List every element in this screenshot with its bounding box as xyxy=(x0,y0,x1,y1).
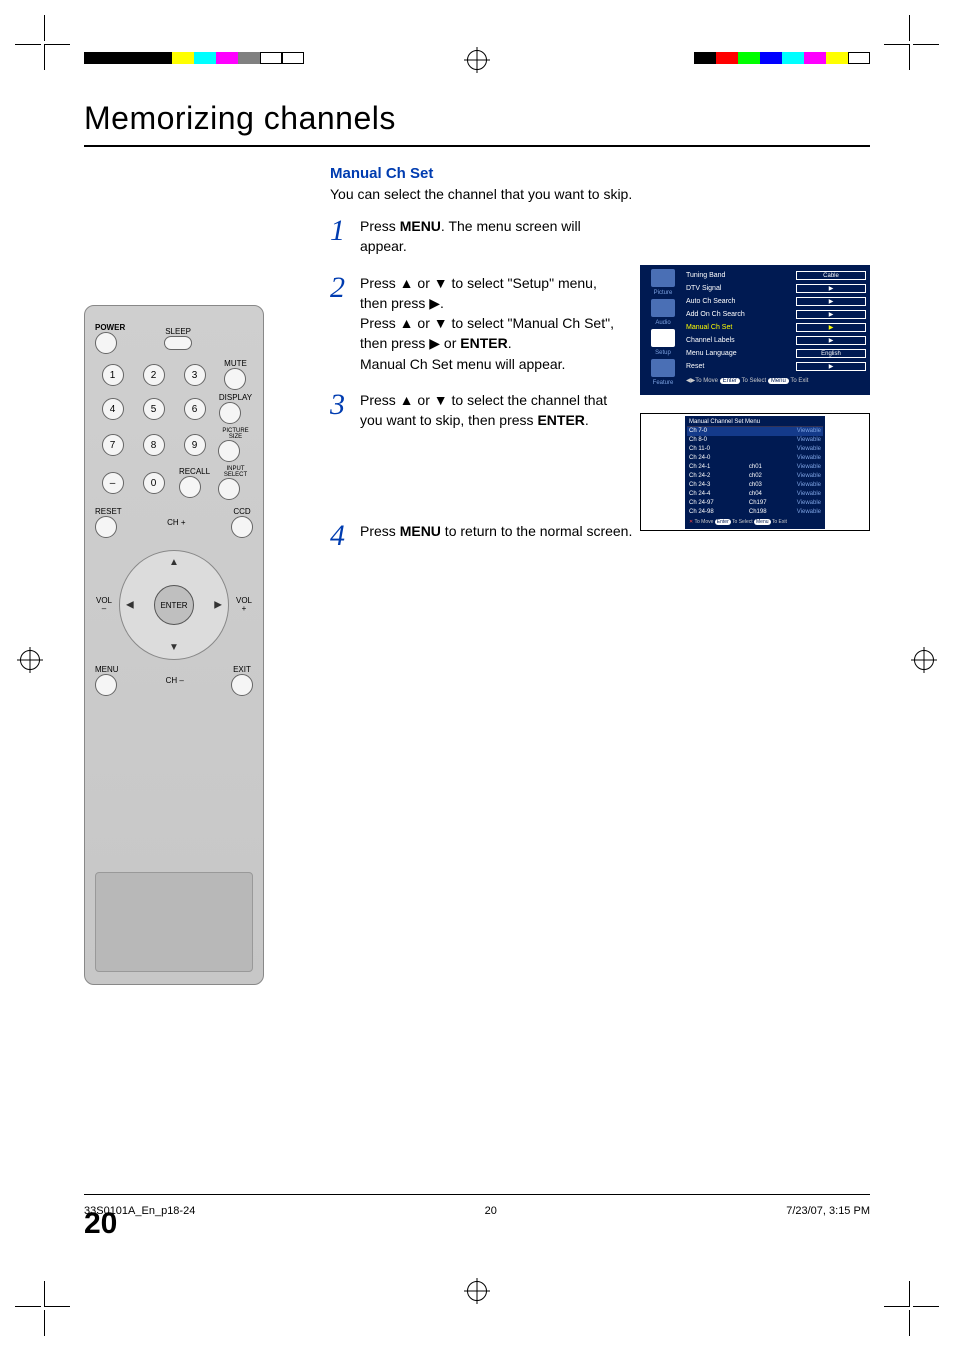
menu-button xyxy=(95,674,117,696)
down-arrow-icon: ▼ xyxy=(169,642,179,653)
left-arrow-icon: ◀ xyxy=(126,600,134,611)
osd-tab-icon xyxy=(651,269,675,287)
step-1: 1 Press MENU. The menu screen will appea… xyxy=(330,216,870,257)
channel-row: Ch 24-0Viewable xyxy=(687,454,823,463)
volminus-label: VOL – xyxy=(95,597,113,613)
step-text: Press MENU to return to the normal scree… xyxy=(360,521,632,541)
exit-label: EXIT xyxy=(231,666,253,674)
step-number: 2 xyxy=(330,273,348,303)
up-arrow-icon: ▲ xyxy=(169,557,179,568)
osd-tab-icon xyxy=(651,329,675,347)
osd-tab-label: Picture xyxy=(654,290,673,296)
digit-3: 3 xyxy=(184,364,206,386)
manual-ch-set-screenshot: Manual Channel Set Menu Ch 7-0ViewableCh… xyxy=(640,413,870,531)
footer-file: 33S0101A_En_p18-24 xyxy=(84,1205,195,1217)
footer-page: 20 xyxy=(485,1205,497,1217)
channel-row: Ch 24-4ch04Viewable xyxy=(687,490,823,499)
step-number: 4 xyxy=(330,521,348,551)
channel-row: Ch 24-1ch01Viewable xyxy=(687,463,823,472)
digit-9: 9 xyxy=(184,434,206,456)
channel-row: Ch 8-0Viewable xyxy=(687,436,823,445)
recall-label: RECALL xyxy=(179,468,210,476)
recall-button xyxy=(179,476,201,498)
dash-button: – xyxy=(102,472,124,494)
footer-date: 7/23/07, 3:15 PM xyxy=(786,1205,870,1217)
remote-door xyxy=(95,872,253,972)
osd-menu-row: Add On Ch Search▶ xyxy=(686,308,866,321)
osd-tab-label: Feature xyxy=(653,380,674,386)
intro-text: You can select the channel that you want… xyxy=(330,186,870,202)
osd-tab-icon xyxy=(651,299,675,317)
osd-menu-row: Tuning BandCable xyxy=(686,269,866,282)
chplus-label: CH + xyxy=(167,519,185,527)
registration-mark xyxy=(467,50,487,70)
reset-label: RESET xyxy=(95,508,122,516)
setup-menu-screenshot: Picture Audio Setup Feature Tuning BandCabl… xyxy=(640,265,870,395)
sleep-label: SLEEP xyxy=(164,328,192,336)
channel-row: Ch 24-2ch02Viewable xyxy=(687,472,823,481)
osd-menu-row: Channel Labels▶ xyxy=(686,334,866,347)
digit-8: 8 xyxy=(143,434,165,456)
registration-mark xyxy=(914,650,934,670)
channel-row: Ch 24-98Ch198Viewable xyxy=(687,508,823,517)
right-arrow-icon: ▶ xyxy=(214,600,222,611)
color-bar-left xyxy=(84,52,304,64)
input-select-button xyxy=(218,478,240,500)
osd-tab-icon xyxy=(651,359,675,377)
picture-size-button xyxy=(218,440,240,462)
registration-mark xyxy=(20,650,40,670)
digit-5: 5 xyxy=(143,398,165,420)
digit-2: 2 xyxy=(143,364,165,386)
display-label: DISPLAY xyxy=(219,394,252,402)
reset-button xyxy=(95,516,117,538)
osd2-title: Manual Channel Set Menu xyxy=(687,418,823,427)
digit-7: 7 xyxy=(102,434,124,456)
osd-tab-label: Audio xyxy=(655,320,670,326)
step-number: 1 xyxy=(330,216,348,246)
exit-button xyxy=(231,674,253,696)
sleep-button xyxy=(164,336,192,350)
section-heading: Manual Ch Set xyxy=(330,165,870,182)
ccd-label: CCD xyxy=(231,508,253,516)
osd-menu-row: Menu LanguageEnglish xyxy=(686,347,866,360)
ccd-button xyxy=(231,516,253,538)
osd1-footer: ◀▶To Move Enter To Select Menu To Exit xyxy=(686,377,866,384)
digit-1: 1 xyxy=(102,364,124,386)
power-button xyxy=(95,332,117,354)
remote-control-figure: POWER SLEEP 1 2 3 MUTE xyxy=(84,305,264,985)
color-bar-right xyxy=(694,52,870,64)
channel-row: Ch 24-97Ch197Viewable xyxy=(687,499,823,508)
enter-button: ENTER xyxy=(154,585,194,625)
volplus-label: VOL + xyxy=(235,597,253,613)
osd-menu-row: Manual Ch Set▶ xyxy=(686,321,866,334)
picsize-label: PICTURE SIZE xyxy=(218,428,253,440)
osd-tab-label: Setup xyxy=(655,350,671,356)
step-text: Press MENU. The menu screen will appear. xyxy=(360,216,620,257)
input-label: INPUT SELECT xyxy=(218,466,253,478)
channel-row: Ch 7-0Viewable xyxy=(687,427,823,436)
osd2-footer: ✕ To Move Enter To Select Menu To Exit xyxy=(687,517,823,527)
channel-row: Ch 11-0Viewable xyxy=(687,445,823,454)
footer-rule xyxy=(84,1194,870,1195)
step-text: Press ▲ or ▼ to select the channel that … xyxy=(360,390,620,431)
digit-6: 6 xyxy=(184,398,206,420)
display-button xyxy=(219,402,241,424)
registration-mark xyxy=(467,1281,487,1301)
osd-menu-row: Auto Ch Search▶ xyxy=(686,295,866,308)
digit-4: 4 xyxy=(102,398,124,420)
osd-menu-row: Reset▶ xyxy=(686,360,866,373)
digit-0: 0 xyxy=(143,472,165,494)
chminus-label: CH – xyxy=(166,677,184,685)
dpad: ▲ ▼ ◀ ▶ ENTER xyxy=(119,550,229,660)
channel-row: Ch 24-3ch03Viewable xyxy=(687,481,823,490)
menu-label: MENU xyxy=(95,666,119,674)
mute-button xyxy=(224,368,246,390)
step-text: Press ▲ or ▼ to select "Setup" menu, the… xyxy=(360,273,620,374)
step-number: 3 xyxy=(330,390,348,420)
page-title: Memorizing channels xyxy=(84,100,870,147)
mute-label: MUTE xyxy=(224,360,247,368)
power-label: POWER xyxy=(95,324,125,332)
osd-menu-row: DTV Signal▶ xyxy=(686,282,866,295)
